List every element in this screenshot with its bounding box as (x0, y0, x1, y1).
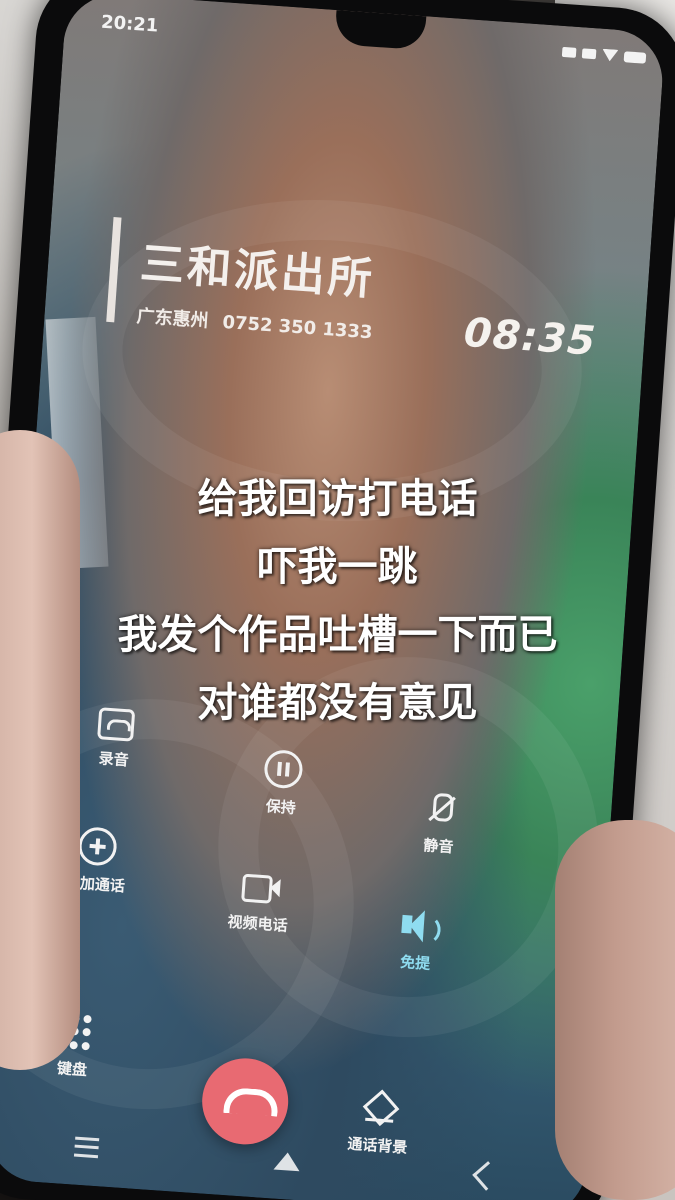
video-camera-icon (241, 868, 279, 906)
right-fingers (555, 820, 675, 1200)
call-duration: 08:35 (462, 309, 598, 365)
photo-scene: 20:21 三和派出所 广东惠州 0752 350 1333 08:35 录音 保… (0, 0, 675, 1200)
status-time: 20:21 (100, 11, 160, 37)
speaker-button[interactable]: 免提 (355, 904, 479, 977)
layers-icon (361, 1090, 399, 1128)
video-call-button[interactable]: 视频电话 (197, 865, 321, 938)
signal-icon (581, 48, 597, 60)
back-nav-icon[interactable] (472, 1160, 502, 1191)
pause-icon (263, 748, 304, 790)
subtitle-line: 吓我一跳 (257, 544, 418, 590)
mute-button[interactable]: 静音 (378, 787, 502, 860)
speaker-icon (399, 907, 442, 946)
mute-mic-icon (422, 790, 460, 828)
record-label: 录音 (98, 749, 130, 770)
subtitle-line: 对谁都没有意见 (197, 680, 478, 726)
camera-notch (334, 10, 427, 51)
keypad-label: 键盘 (56, 1059, 88, 1080)
status-icons (561, 46, 647, 64)
subtitle-line: 我发个作品吐槽一下而已 (117, 612, 558, 658)
caller-location: 广东惠州 (135, 305, 210, 332)
speaker-wave-icon (424, 914, 442, 946)
hold-label: 保持 (265, 797, 297, 818)
subtitle-line: 给我回访打电话 (197, 476, 478, 522)
battery-icon (623, 50, 647, 64)
add-icon (77, 826, 118, 867)
hold-button[interactable]: 保持 (220, 746, 344, 821)
video-subtitles: 给我回访打电话 吓我一跳 我发个作品吐槽一下而已 对谁都没有意见 (0, 465, 675, 737)
home-nav-icon[interactable] (273, 1151, 302, 1172)
speaker-label: 免提 (399, 952, 431, 973)
signal-icon (561, 46, 577, 58)
navigation-bar (0, 1120, 587, 1200)
video-call-label: 视频电话 (227, 912, 289, 935)
mute-label: 静音 (422, 836, 455, 857)
menu-nav-icon[interactable] (74, 1136, 100, 1159)
wifi-icon (601, 48, 619, 62)
hangup-phone-icon (223, 1086, 280, 1117)
